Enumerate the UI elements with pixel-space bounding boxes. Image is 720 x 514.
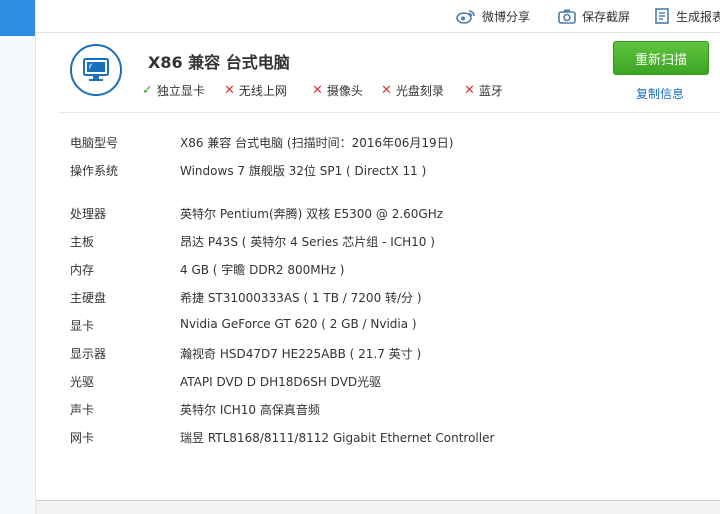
page-title: X86 兼容 台式电脑 bbox=[148, 53, 290, 72]
summary-header: X86 兼容 台式电脑 ✓ 独立显卡 ✕ 无线上网 ✕ 摄像头 ✕ 光盘刻录 ✕… bbox=[58, 36, 720, 113]
computer-icon bbox=[70, 44, 122, 96]
feature-label: 摄像头 bbox=[326, 84, 363, 98]
save-screenshot-label: 保存截屏 bbox=[582, 9, 631, 24]
report-icon bbox=[655, 8, 669, 24]
save-screenshot-button[interactable]: 保存截屏 bbox=[558, 7, 630, 25]
info-value: 英特尔 ICH10 高保真音频 bbox=[180, 403, 320, 417]
info-value: ATAPI DVD D DH18D6SH DVD光驱 bbox=[180, 375, 382, 389]
weibo-icon bbox=[456, 10, 475, 24]
cross-icon: ✕ bbox=[224, 83, 235, 98]
copy-info-link[interactable]: 复制信息 bbox=[636, 85, 684, 102]
feature-disc-burning: ✕ 光盘刻录 bbox=[381, 82, 444, 99]
info-key: 网卡 bbox=[70, 431, 95, 445]
info-value: 4 GB ( 宇瞻 DDR2 800MHz ) bbox=[180, 263, 345, 277]
feature-label: 光盘刻录 bbox=[395, 84, 444, 98]
info-value: 英特尔 Pentium(奔腾) 双核 E5300 @ 2.60GHz bbox=[180, 207, 444, 221]
info-key: 主硬盘 bbox=[70, 291, 107, 305]
cross-icon: ✕ bbox=[381, 83, 392, 98]
info-value: 瑞昱 RTL8168/8111/8112 Gigabit Ethernet Co… bbox=[180, 431, 495, 445]
generate-report-button[interactable]: 生成报表 bbox=[654, 7, 720, 25]
feature-wifi: ✕ 无线上网 bbox=[224, 82, 287, 99]
info-key: 电脑型号 bbox=[70, 136, 119, 150]
info-key: 操作系统 bbox=[70, 164, 119, 178]
info-key: 内存 bbox=[70, 263, 95, 277]
generate-report-label: 生成报表 bbox=[676, 9, 720, 24]
info-key: 显示器 bbox=[70, 347, 107, 361]
feature-discrete-gpu: ✓ 独立显卡 bbox=[142, 82, 205, 99]
feature-label: 蓝牙 bbox=[478, 84, 503, 98]
weibo-share-label: 微博分享 bbox=[482, 9, 531, 24]
feature-bluetooth: ✕ 蓝牙 bbox=[464, 82, 503, 99]
rescan-button[interactable]: 重新扫描 bbox=[613, 41, 709, 75]
bottom-shadow bbox=[36, 501, 720, 514]
feature-label: 独立显卡 bbox=[156, 84, 205, 98]
weibo-share-button[interactable]: 微博分享 bbox=[456, 7, 530, 25]
feature-label: 无线上网 bbox=[238, 84, 287, 98]
info-value: X86 兼容 台式电脑 (扫描时间：2016年06月19日) bbox=[180, 136, 454, 150]
info-value: 希捷 ST31000333AS ( 1 TB / 7200 转/分 ) bbox=[180, 291, 422, 305]
feature-camera: ✕ 摄像头 bbox=[312, 82, 363, 99]
info-value: 瀚视奇 HSD47D7 HE225ABB ( 21.7 英寸 ) bbox=[180, 347, 422, 361]
info-value: Nvidia GeForce GT 620 ( 2 GB / Nvidia ) bbox=[180, 317, 417, 331]
top-toolbar: 微博分享 保存截屏 生成报表 bbox=[36, 0, 720, 33]
camera-icon bbox=[558, 9, 576, 24]
cross-icon: ✕ bbox=[312, 83, 323, 98]
cross-icon: ✕ bbox=[464, 83, 475, 98]
info-key: 主板 bbox=[70, 235, 95, 249]
info-key: 处理器 bbox=[70, 207, 107, 221]
sidebar-accent bbox=[0, 0, 35, 36]
info-key: 声卡 bbox=[70, 403, 95, 417]
info-key: 显卡 bbox=[70, 319, 95, 333]
left-sidebar-strip bbox=[0, 0, 36, 514]
info-value: Windows 7 旗舰版 32位 SP1 ( DirectX 11 ) bbox=[180, 164, 427, 178]
info-key: 光驱 bbox=[70, 375, 95, 389]
info-value: 昂达 P43S ( 英特尔 4 Series 芯片组 - ICH10 ) bbox=[180, 235, 435, 249]
check-icon: ✓ bbox=[142, 83, 153, 98]
